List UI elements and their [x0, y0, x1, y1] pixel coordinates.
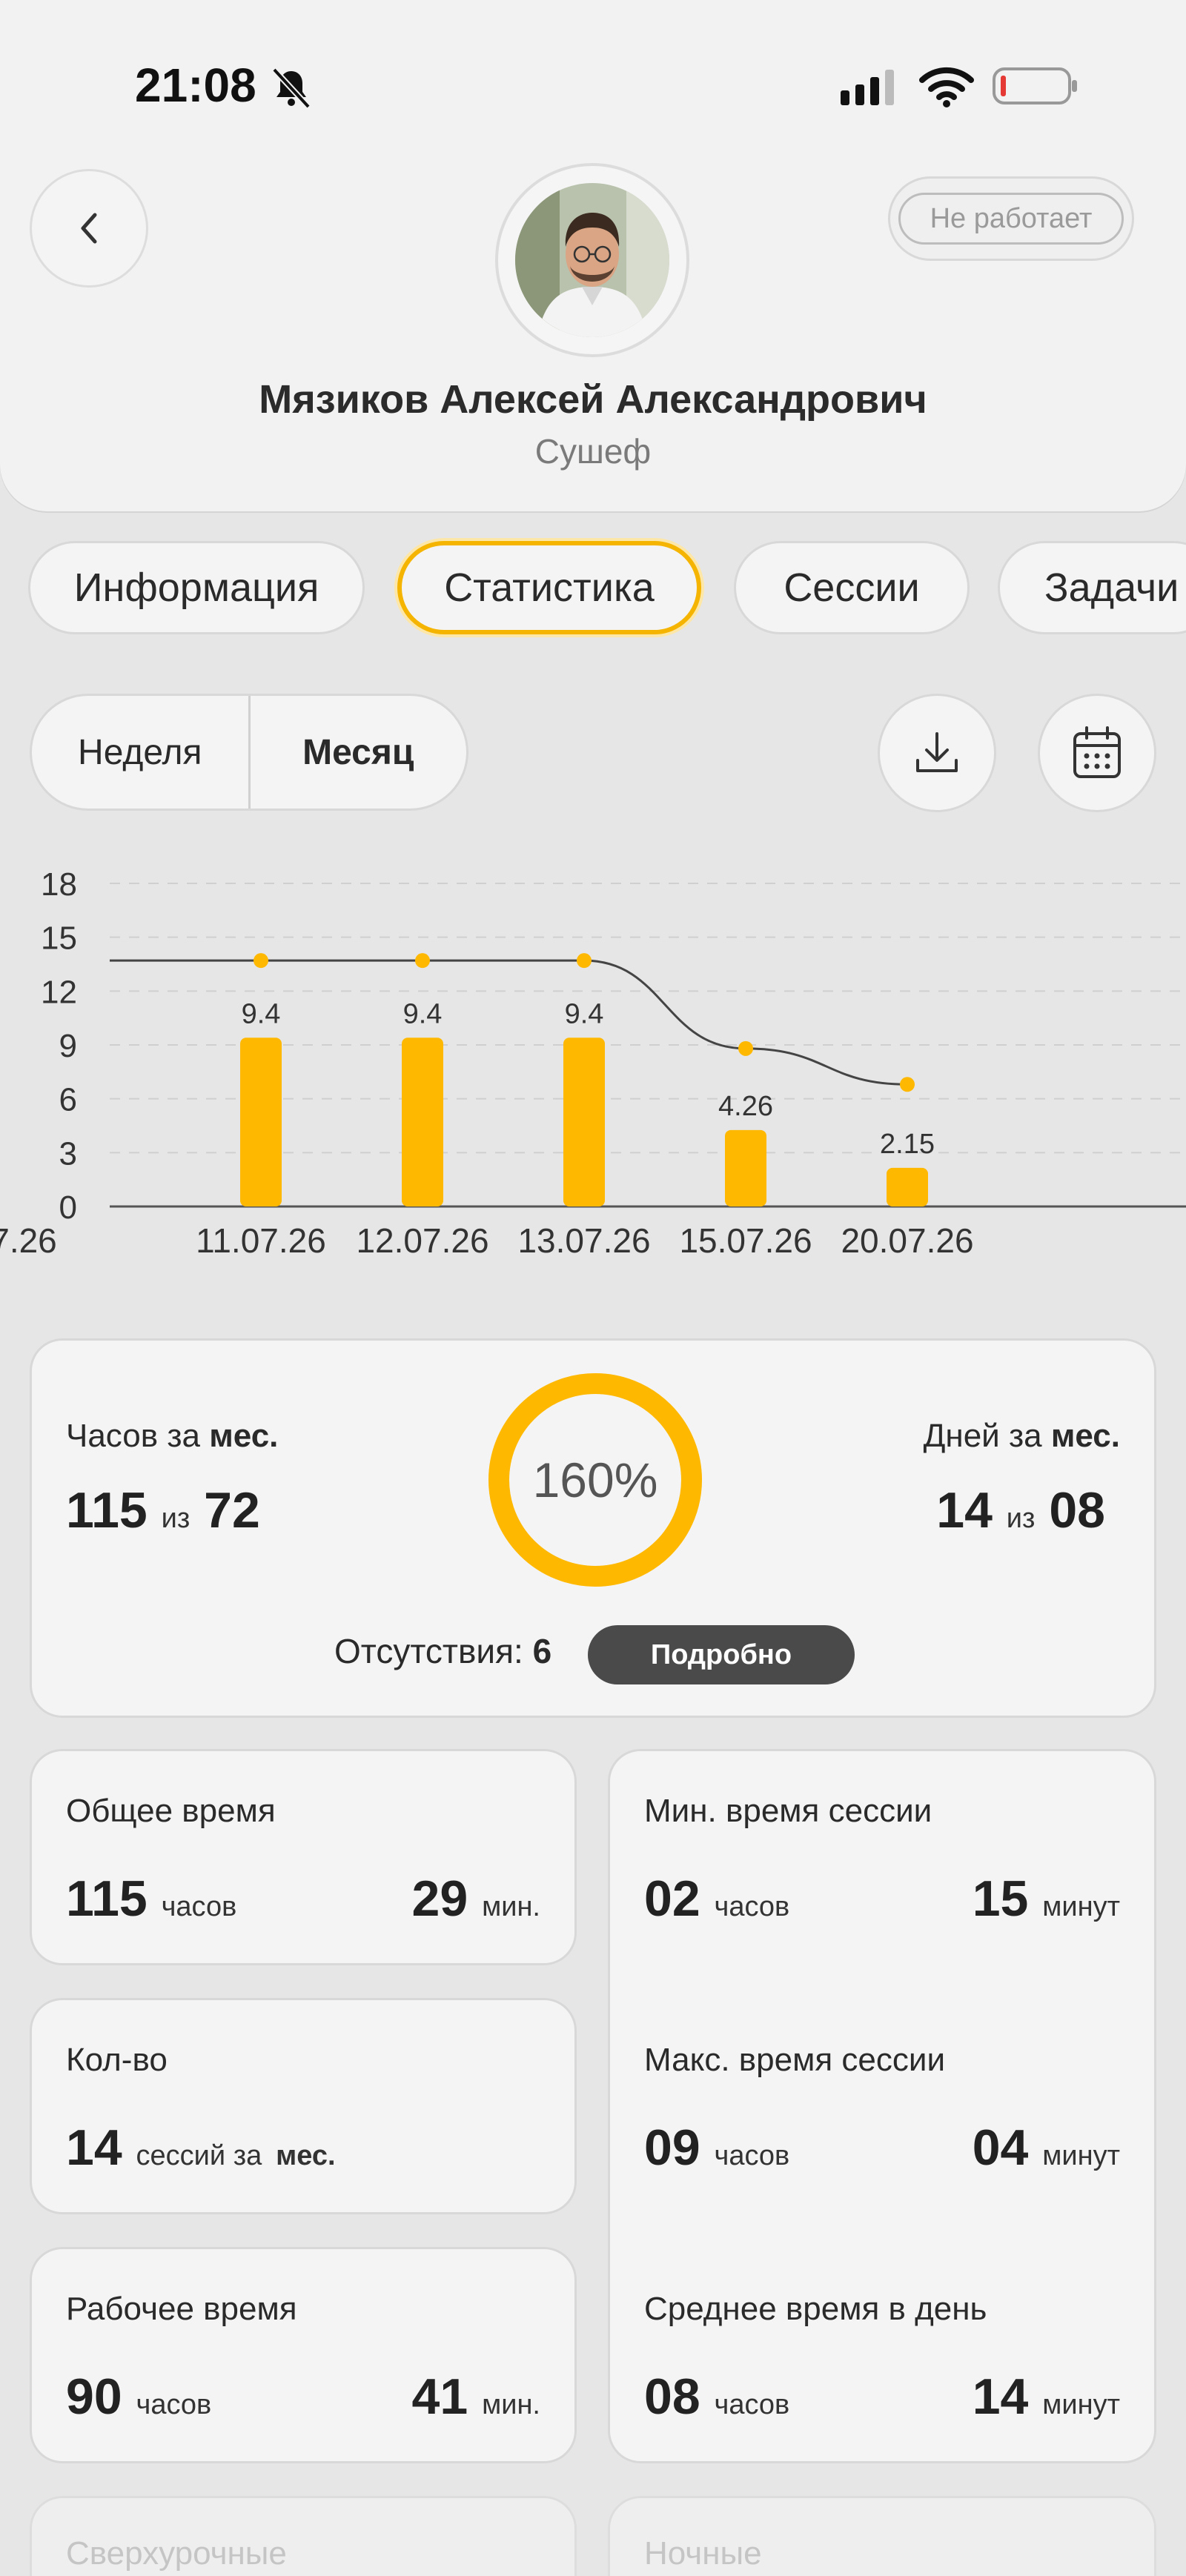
chevron-left-icon [81, 213, 97, 244]
calendar-icon [1073, 726, 1121, 778]
y-tick-label: 12 [41, 974, 77, 1010]
period-month-option[interactable]: Месяц [248, 696, 467, 809]
avatar [515, 183, 669, 337]
y-tick-label: 9 [59, 1028, 77, 1064]
bell-muted-icon [272, 67, 311, 109]
bar [887, 1167, 928, 1206]
work-hours-value: 90 часов [66, 2368, 212, 2425]
x-tick-label: 13.07.26 [517, 1221, 650, 1260]
bar-value-label: 9.4 [565, 998, 604, 1029]
total-hours-value: 115 часов [66, 1870, 237, 1927]
card-title: Общее время [66, 1793, 276, 1829]
hours-month-value: 115 из 72 [66, 1482, 260, 1538]
download-icon [916, 732, 958, 772]
tab-sessions[interactable]: Сессии [734, 541, 970, 634]
x-tick-label: 20.07.26 [841, 1221, 973, 1260]
night-card: Ночные [608, 2496, 1156, 2576]
bar [402, 1038, 443, 1206]
card-title: Ночные [644, 2535, 762, 2572]
avg-day-title: Среднее время в день [644, 2291, 987, 2327]
bar-value-label: 9.4 [242, 998, 281, 1029]
card-title: Сверхурочные [66, 2535, 287, 2572]
y-tick-label: 15 [41, 920, 77, 957]
hours-chart: 18 15 12 9 6 3 0 9.4 9.4 9.4 4.26 2.15 7.26 11.07.26 1… [0, 852, 1186, 1289]
trend-point [415, 953, 430, 969]
tab-info[interactable]: Информация [28, 541, 365, 634]
bar-value-label: 4.26 [718, 1091, 773, 1122]
max-session-minutes: 04 минут [972, 2119, 1120, 2176]
wifi-icon [919, 67, 974, 107]
month-summary-card: Часов за мес. 115 из 72 160% Дней за мес… [30, 1338, 1156, 1718]
employee-name: Мязиков Алексей Александрович [259, 377, 927, 422]
period-week-option[interactable]: Неделя [32, 696, 248, 809]
days-month-label: Дней за мес. [923, 1418, 1120, 1454]
days-month-value: 14 из 08 [936, 1482, 1105, 1538]
work-status-badge: Не работает [888, 176, 1134, 261]
card-title: Рабочее время [66, 2291, 297, 2327]
avg-day-minutes: 14 минут [972, 2368, 1120, 2425]
avg-day-hours: 08 часов [644, 2368, 790, 2425]
hours-month-label: Часов за мес. [66, 1418, 279, 1454]
session-count-value: 14 сессий за мес. [66, 2119, 336, 2176]
total-minutes-value: 29 мин. [411, 1870, 540, 1927]
hours-chart-svg: 18 15 12 9 6 3 0 9.4 9.4 9.4 4.26 2.15 7.26 11.07.26 1… [0, 866, 1186, 1260]
card-title: Кол-во [66, 2042, 168, 2078]
y-tick-label: 18 [41, 866, 77, 903]
work-time-card: Рабочее время 90 часов 41 мин. [30, 2247, 577, 2463]
trend-point [738, 1040, 753, 1056]
calendar-button[interactable] [1038, 694, 1156, 812]
details-button[interactable]: Подробно [588, 1625, 855, 1684]
min-session-minutes: 15 минут [972, 1870, 1120, 1927]
overtime-card: Сверхурочные [30, 2496, 577, 2576]
signal-icon [841, 70, 894, 105]
trend-point [577, 953, 592, 969]
x-tick-label: 12.07.26 [356, 1221, 488, 1260]
y-tick-label: 3 [59, 1135, 77, 1172]
max-session-title: Макс. время сессии [644, 2042, 946, 2078]
tab-statistics[interactable]: Статистика [397, 541, 701, 634]
bar-value-label: 2.15 [880, 1129, 935, 1160]
total-time-card: Общее время 115 часов 29 мин. [30, 1749, 577, 1965]
min-session-hours: 02 часов [644, 1870, 790, 1927]
work-minutes-value: 41 мин. [411, 2368, 540, 2425]
min-session-title: Мин. время сессии [644, 1793, 932, 1829]
y-tick-label: 6 [59, 1082, 77, 1118]
x-tick-label: 11.07.26 [196, 1221, 326, 1260]
bar [240, 1038, 282, 1206]
bar [725, 1129, 766, 1206]
y-tick-label: 0 [59, 1189, 77, 1226]
session-count-card: Кол-во 14 сессий за мес. [30, 1998, 577, 2214]
session-times-card: Мин. время сессии 02 часов 15 минут Макс… [608, 1749, 1156, 2463]
x-tick-label: 7.26 [0, 1221, 57, 1260]
employee-role: Сушеф [534, 432, 652, 471]
tab-tasks[interactable]: Задачи [998, 541, 1186, 634]
profile-header: 21:08 Не работает Мязиков Алексей Алекса… [0, 0, 1186, 511]
download-button[interactable] [878, 694, 996, 812]
avatar-frame [495, 163, 689, 357]
trend-line [110, 959, 908, 1086]
progress-percent: 160% [532, 1453, 658, 1507]
max-session-hours: 09 часов [644, 2119, 790, 2176]
trend-point [254, 953, 268, 969]
back-button[interactable] [30, 169, 148, 288]
bar-value-label: 9.4 [403, 998, 443, 1029]
absences-text: Отсутствия: 6 [334, 1632, 552, 1670]
bar [563, 1038, 605, 1206]
status-time: 21:08 [135, 59, 256, 112]
trend-point [900, 1077, 915, 1092]
x-tick-label: 15.07.26 [679, 1221, 812, 1260]
battery-low-icon [993, 67, 1077, 104]
period-switch: Неделя Месяц [30, 694, 468, 811]
